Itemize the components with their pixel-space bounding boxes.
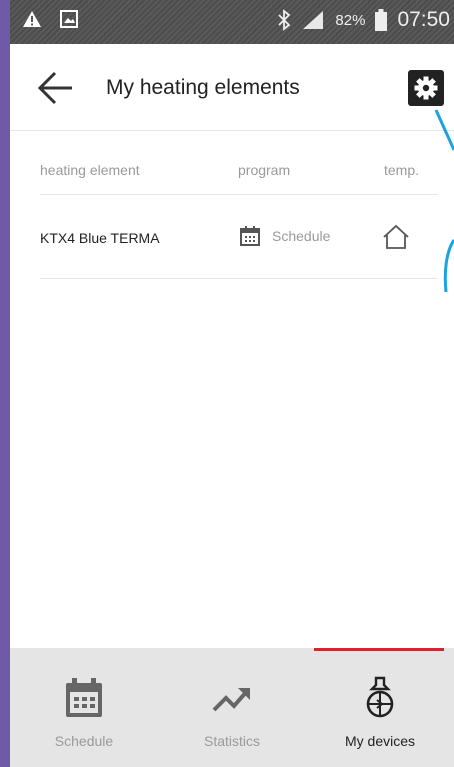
program-label: Schedule <box>272 228 331 244</box>
nav-item-my-devices[interactable]: My devices <box>306 648 454 767</box>
column-header-program: program <box>238 162 291 178</box>
warning-icon <box>23 11 41 27</box>
nav-label-schedule: Schedule <box>54 733 114 749</box>
calendar-icon <box>240 226 260 246</box>
window-border <box>0 0 10 767</box>
calendar-icon <box>66 678 102 717</box>
active-tab-indicator <box>314 648 444 651</box>
battery-percent: 82% <box>335 11 366 29</box>
battery-icon <box>375 9 388 31</box>
program-cell: Schedule <box>240 226 330 246</box>
trending-up-icon <box>212 688 250 712</box>
heating-element-row[interactable]: KTX4 Blue TERMA Schedule <box>40 196 438 278</box>
signal-icon <box>303 11 324 29</box>
nav-item-statistics[interactable]: Statistics <box>158 648 306 767</box>
image-notification-icon <box>60 10 78 28</box>
bottom-navigation: Schedule Statistics My devices <box>10 648 454 767</box>
nav-label-statistics: Statistics <box>203 733 260 749</box>
row-divider <box>40 278 438 279</box>
back-arrow-icon[interactable] <box>38 70 74 106</box>
page-title: My heating elements <box>106 76 300 99</box>
bluetooth-icon <box>278 9 291 31</box>
home-icon <box>383 224 409 249</box>
gear-icon <box>414 76 438 100</box>
nav-item-schedule[interactable]: Schedule <box>10 648 158 767</box>
header-divider <box>40 194 438 195</box>
app-header: My heating elements <box>10 44 454 131</box>
status-bar: 82% 07:50 <box>10 0 454 44</box>
status-clock: 07:50 <box>397 8 450 31</box>
settings-button[interactable] <box>408 70 444 106</box>
app-screen: 82% 07:50 My heating elements heating el… <box>10 0 454 767</box>
column-header-heating-element: heating element <box>40 162 140 178</box>
device-thermostat-icon <box>366 676 394 718</box>
nav-label-my-devices: My devices <box>344 733 416 749</box>
column-header-temp: temp. <box>384 162 420 178</box>
heating-element-name: KTX4 Blue TERMA <box>40 230 160 246</box>
